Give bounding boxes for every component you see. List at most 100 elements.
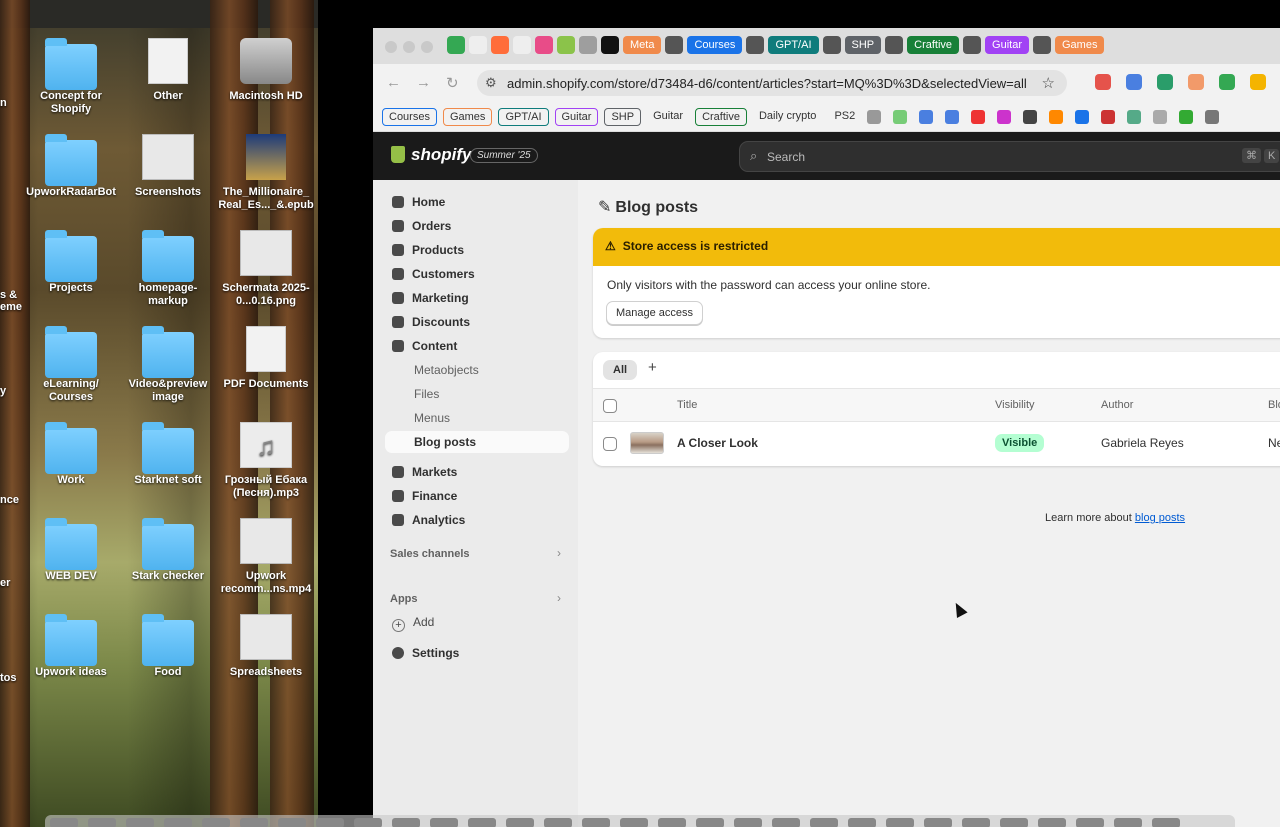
blog-posts-help-link[interactable]: blog posts xyxy=(1135,512,1185,524)
bookmark-star-icon[interactable]: ☆ xyxy=(1042,74,1055,92)
desktop-item[interactable]: Work xyxy=(23,422,119,487)
browser-tab[interactable] xyxy=(822,36,841,54)
bookmark-icon[interactable] xyxy=(997,110,1012,124)
dock-app-icon[interactable] xyxy=(50,818,78,827)
desktop-item[interactable]: Schermata 2025-0...0.16.png xyxy=(218,230,314,308)
dock-app-icon[interactable] xyxy=(810,818,838,827)
column-blog[interactable]: Blo xyxy=(1268,399,1280,411)
desktop-item[interactable]: Other xyxy=(120,38,216,103)
desktop-item-label[interactable]: s & xyxy=(0,289,17,301)
extension-icon[interactable] xyxy=(1219,74,1235,90)
tab-group[interactable]: Courses xyxy=(687,36,743,54)
sidebar-item-customers[interactable]: Customers xyxy=(385,263,475,285)
browser-tab[interactable] xyxy=(1033,36,1051,54)
bookmark-item[interactable]: SHP xyxy=(604,108,642,126)
extension-icon[interactable] xyxy=(1095,74,1111,90)
desktop-item[interactable]: The_Millionaire_ Real_Es..._&.epub xyxy=(218,134,314,212)
desktop-item-label[interactable]: nce xyxy=(0,494,19,506)
sidebar-item-marketing[interactable]: Marketing xyxy=(385,287,469,309)
sidebar-subitem-blog-posts[interactable]: Blog posts xyxy=(385,431,569,453)
column-title[interactable]: Title xyxy=(677,399,697,411)
sidebar-item-settings[interactable]: Settings xyxy=(385,642,459,664)
desktop-item-label[interactable]: tos xyxy=(0,672,17,684)
dock-app-icon[interactable] xyxy=(1114,818,1142,827)
browser-tab[interactable] xyxy=(601,36,619,54)
browser-tab[interactable] xyxy=(746,36,765,54)
bookmark-item[interactable]: GPT/AI xyxy=(498,108,549,126)
tab-group[interactable]: Craftive xyxy=(907,36,960,54)
admin-search[interactable]: ⌕ Search ⌘ K xyxy=(739,141,1280,172)
extension-icon[interactable] xyxy=(1126,74,1142,90)
dock-app-icon[interactable] xyxy=(316,818,344,827)
reload-icon[interactable]: ↻ xyxy=(446,74,459,92)
bookmark-icon[interactable] xyxy=(945,110,960,124)
tab-group[interactable]: Meta xyxy=(623,36,662,54)
dock-app-icon[interactable] xyxy=(886,818,914,827)
manage-access-button[interactable]: Manage access xyxy=(606,301,704,325)
dock-app-icon[interactable] xyxy=(734,818,762,827)
sidebar-item-analytics[interactable]: Analytics xyxy=(385,509,465,531)
dock-app-icon[interactable] xyxy=(1038,818,1066,827)
bookmark-item[interactable]: Daily crypto xyxy=(753,108,822,126)
bookmark-icon[interactable] xyxy=(1075,110,1090,124)
sidebar-item-orders[interactable]: Orders xyxy=(385,215,451,237)
apps-heading[interactable]: Apps xyxy=(390,593,418,605)
desktop-item-label[interactable]: y xyxy=(0,385,6,397)
dock-app-icon[interactable] xyxy=(1000,818,1028,827)
window-controls[interactable] xyxy=(385,40,439,58)
dock-app-icon[interactable] xyxy=(202,818,230,827)
sidebar-subitem-files[interactable]: Files xyxy=(414,383,439,405)
desktop-item[interactable]: Upwork recomm...ns.mp4 xyxy=(218,518,314,596)
dock-app-icon[interactable] xyxy=(506,818,534,827)
row-checkbox[interactable] xyxy=(603,437,617,451)
dock-app-icon[interactable] xyxy=(582,818,610,827)
bookmark-icon[interactable] xyxy=(1127,110,1142,124)
extension-icon[interactable] xyxy=(1157,74,1173,90)
desktop-item[interactable]: Video&preview image xyxy=(120,326,216,404)
sidebar-item-markets[interactable]: Markets xyxy=(385,461,457,483)
browser-tab[interactable] xyxy=(579,36,597,54)
dock-app-icon[interactable] xyxy=(772,818,800,827)
dock-app-icon[interactable] xyxy=(88,818,116,827)
bookmark-icon[interactable] xyxy=(1153,110,1168,124)
sidebar-subitem-menus[interactable]: Menus xyxy=(414,407,450,429)
dock-app-icon[interactable] xyxy=(126,818,154,827)
browser-tab[interactable] xyxy=(447,36,465,54)
sales-channels-heading[interactable]: Sales channels xyxy=(390,548,470,560)
table-row[interactable]: A Closer Look Visible Gabriela Reyes Ne xyxy=(593,422,1280,466)
tab-group[interactable]: GPT/AI xyxy=(768,36,819,54)
column-visibility[interactable]: Visibility xyxy=(995,399,1035,411)
browser-tab[interactable] xyxy=(491,36,509,54)
edition-badge[interactable]: Summer '25 xyxy=(470,148,538,163)
browser-tab[interactable] xyxy=(469,36,487,54)
chevron-right-icon[interactable]: › xyxy=(557,546,561,560)
desktop-item[interactable]: homepage-markup xyxy=(120,230,216,308)
sidebar-item-home[interactable]: Home xyxy=(385,191,445,213)
dock-app-icon[interactable] xyxy=(658,818,686,827)
url-field[interactable]: ⚙ admin.shopify.com/store/d73484-d6/cont… xyxy=(477,70,1067,96)
bookmark-icon[interactable] xyxy=(1049,110,1064,124)
browser-tab[interactable] xyxy=(963,36,982,54)
desktop-item[interactable]: Spreadsheets xyxy=(218,614,314,679)
desktop-item[interactable]: ♫ Грозный Ебака (Песня).mp3 xyxy=(218,422,314,500)
desktop-item[interactable]: Screenshots xyxy=(120,134,216,199)
dock-app-icon[interactable] xyxy=(354,818,382,827)
bookmark-item[interactable]: Courses xyxy=(382,108,437,126)
desktop-item[interactable]: PDF Documents xyxy=(218,326,314,391)
desktop-item[interactable]: Concept for Shopify xyxy=(23,38,119,116)
browser-tab[interactable] xyxy=(513,36,531,54)
tab-all[interactable]: All xyxy=(603,360,638,380)
site-settings-icon[interactable]: ⚙ xyxy=(485,75,497,91)
desktop-item[interactable]: Stark checker xyxy=(120,518,216,583)
browser-tab[interactable] xyxy=(665,36,684,54)
bookmark-icon[interactable] xyxy=(867,110,882,124)
select-all-checkbox[interactable] xyxy=(603,399,617,413)
sidebar-item-finance[interactable]: Finance xyxy=(385,485,457,507)
sidebar-item-content[interactable]: Content xyxy=(385,335,457,357)
add-app-button[interactable]: + Add xyxy=(385,611,434,633)
browser-tab[interactable] xyxy=(557,36,575,54)
browser-tab[interactable] xyxy=(885,36,904,54)
tab-group[interactable]: Guitar xyxy=(985,36,1029,54)
bookmark-item[interactable]: Guitar xyxy=(647,108,689,126)
tab-group[interactable]: SHP xyxy=(844,36,882,54)
